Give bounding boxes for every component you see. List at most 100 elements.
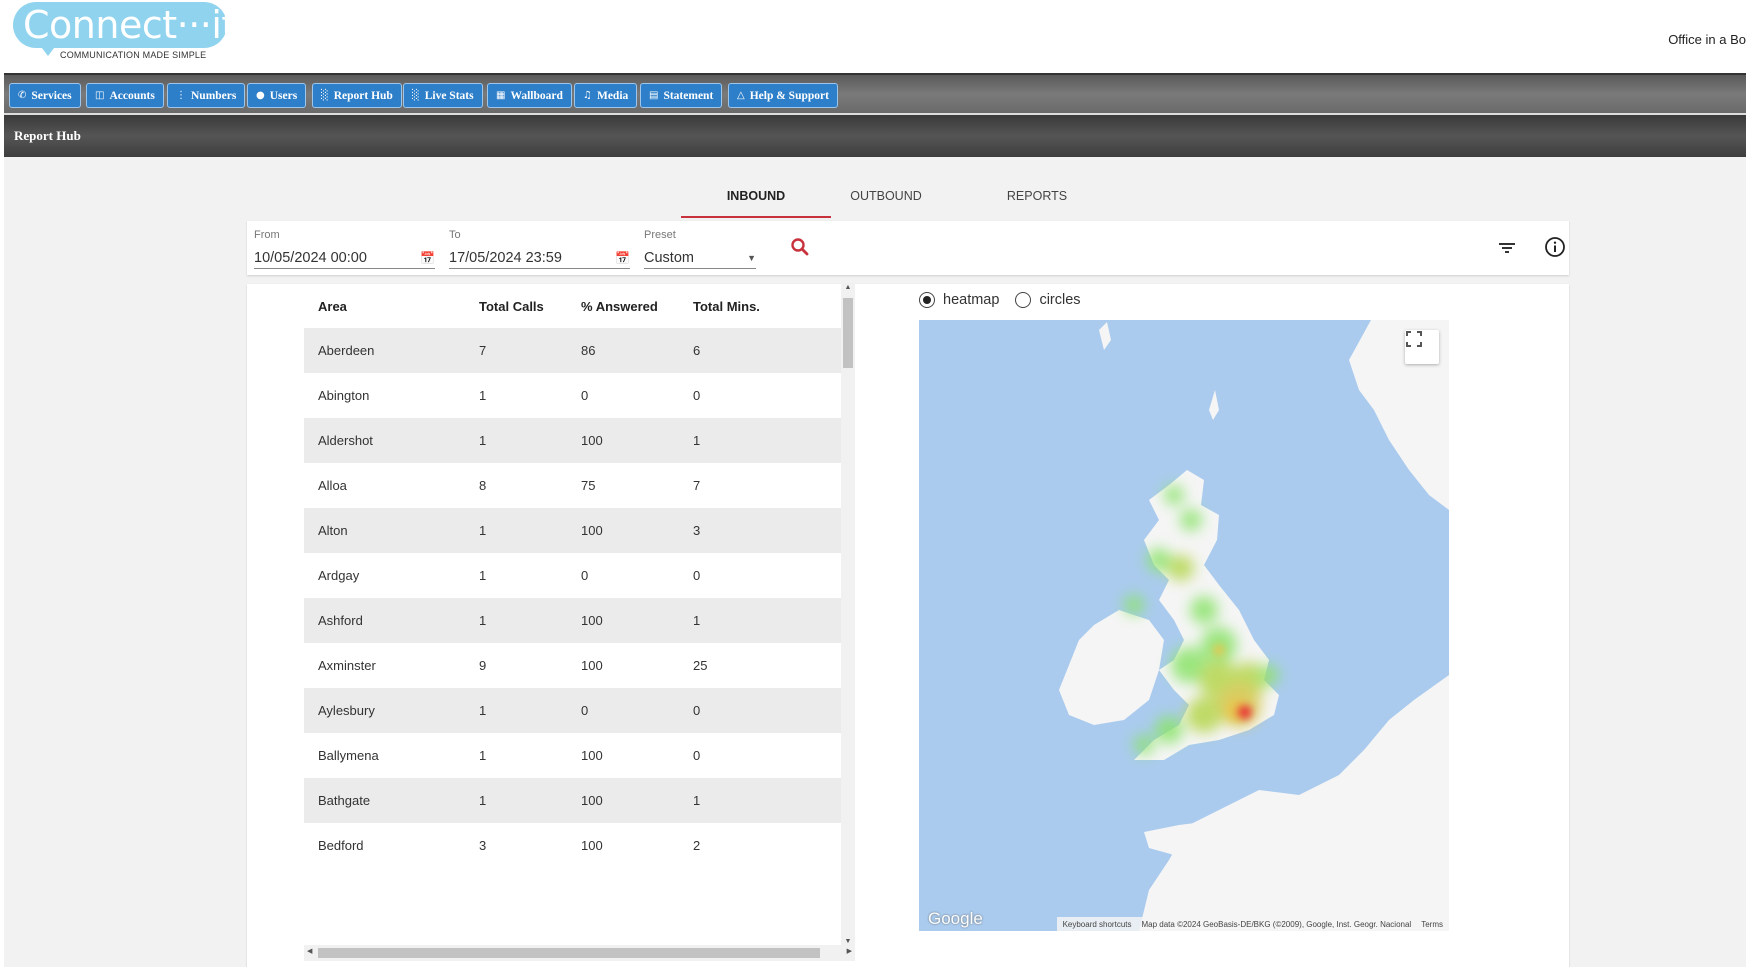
- column-header-percent-answered[interactable]: % Answered: [581, 299, 658, 314]
- nav-services-button[interactable]: ✆ Services: [9, 83, 81, 108]
- filter-bar: From 10/05/2024 00:00 📅 To 17/05/2024 23…: [247, 221, 1569, 275]
- table-row[interactable]: Ardgay 1 0 0: [304, 553, 841, 598]
- table-row[interactable]: Ballymena 1 100 0: [304, 733, 841, 778]
- preset-select[interactable]: Custom ▼: [644, 247, 756, 269]
- tab-inbound[interactable]: INBOUND: [681, 182, 831, 218]
- cell-total-mins: 25: [693, 658, 708, 673]
- scrollbar-thumb[interactable]: [843, 298, 853, 368]
- nav-wallboard-button[interactable]: ▦ Wallboard: [487, 83, 572, 108]
- cell-percent-answered: 75: [581, 478, 596, 493]
- cell-total-calls: 8: [479, 478, 487, 493]
- filter-icon[interactable]: [1497, 238, 1517, 258]
- cell-total-mins: 1: [693, 613, 701, 628]
- cell-percent-answered: 100: [581, 433, 603, 448]
- nav-help-support-button[interactable]: △ Help & Support: [728, 83, 838, 108]
- scrollbar-thumb[interactable]: [318, 948, 820, 958]
- table-horizontal-scrollbar[interactable]: ◀ ▶: [304, 945, 855, 961]
- tab-outbound[interactable]: OUTBOUND: [836, 182, 936, 218]
- heatmap-map[interactable]: Google Keyboard shortcuts Map data ©2024…: [919, 320, 1449, 931]
- connect-it-logo[interactable]: Connect···it COMMUNICATION MADE SIMPLE: [13, 2, 236, 64]
- cell-percent-answered: 0: [581, 703, 589, 718]
- calendar-icon[interactable]: 📅: [420, 251, 435, 265]
- table-row[interactable]: Aylesbury 1 0 0: [304, 688, 841, 733]
- cell-area: Bedford: [318, 838, 364, 853]
- cell-total-calls: 1: [479, 568, 487, 583]
- cell-percent-answered: 100: [581, 748, 603, 763]
- circles-radio[interactable]: [1015, 292, 1032, 308]
- area-table: Area Total Calls % Answered Total Mins. …: [304, 284, 841, 945]
- nav-label: Live Stats: [424, 89, 474, 102]
- cell-percent-answered: 100: [581, 838, 603, 853]
- bar-chart-icon: ░: [412, 90, 420, 101]
- cell-total-mins: 1: [693, 793, 701, 808]
- cell-total-calls: 1: [479, 748, 487, 763]
- table-row[interactable]: Bathgate 1 100 1: [304, 778, 841, 823]
- main-nav: ✆ Services ◫ Accounts ⋮ Numbers ● Users …: [4, 73, 1746, 115]
- cell-area: Aberdeen: [318, 343, 375, 358]
- scroll-down-arrow-icon[interactable]: ▼: [841, 938, 855, 945]
- map-data-credit: Map data ©2024 GeoBasis-DE/BKG (©2009), …: [1141, 919, 1412, 929]
- keypad-icon: ⋮: [176, 90, 186, 101]
- statement-icon: ▤: [649, 90, 659, 101]
- to-date-value: 17/05/2024 23:59: [449, 249, 562, 266]
- cell-percent-answered: 100: [581, 793, 603, 808]
- heatmap-radio-label[interactable]: heatmap: [943, 292, 999, 308]
- cell-area: Aylesbury: [318, 703, 375, 718]
- cell-total-calls: 1: [479, 613, 487, 628]
- nav-media-button[interactable]: ♫ Media: [574, 83, 638, 108]
- circles-radio-label[interactable]: circles: [1039, 292, 1080, 308]
- nav-label: Statement: [663, 89, 714, 102]
- table-row[interactable]: Ashford 1 100 1: [304, 598, 841, 643]
- cell-total-calls: 1: [479, 433, 487, 448]
- scroll-left-arrow-icon[interactable]: ◀: [307, 947, 312, 955]
- preset-value: Custom: [644, 249, 694, 266]
- warning-icon: △: [737, 90, 745, 101]
- google-logo[interactable]: Google: [928, 909, 983, 929]
- table-row[interactable]: Alloa 8 75 7: [304, 463, 841, 508]
- keyboard-shortcuts-link[interactable]: Keyboard shortcuts: [1063, 920, 1132, 929]
- nav-users-button[interactable]: ● Users: [247, 83, 307, 108]
- cell-total-calls: 9: [479, 658, 487, 673]
- table-row[interactable]: Abington 1 0 0: [304, 373, 841, 418]
- nav-numbers-button[interactable]: ⋮ Numbers: [167, 83, 246, 108]
- table-row[interactable]: Bedford 3 100 2: [304, 823, 841, 868]
- calendar-icon[interactable]: 📅: [615, 251, 630, 265]
- table-row[interactable]: Axminster 9 100 25: [304, 643, 841, 688]
- nav-statement-button[interactable]: ▤ Statement: [640, 83, 723, 108]
- info-icon[interactable]: [1544, 236, 1566, 258]
- cell-percent-answered: 100: [581, 658, 603, 673]
- terms-link[interactable]: Terms: [1421, 920, 1443, 929]
- office-in-a-box-link[interactable]: Office in a Bo: [1668, 32, 1746, 47]
- cell-total-calls: 1: [479, 703, 487, 718]
- faroe-islands: [1099, 322, 1111, 350]
- tab-reports[interactable]: REPORTS: [987, 182, 1087, 218]
- from-label: From: [254, 229, 280, 241]
- cell-total-calls: 3: [479, 838, 487, 853]
- column-header-total-calls[interactable]: Total Calls: [479, 299, 544, 314]
- nav-live-stats-button[interactable]: ░ Live Stats: [403, 83, 483, 108]
- cell-total-calls: 1: [479, 388, 487, 403]
- table-row[interactable]: Alton 1 100 3: [304, 508, 841, 553]
- scroll-up-arrow-icon[interactable]: ▲: [841, 284, 855, 291]
- heatmap-radio[interactable]: [919, 292, 935, 308]
- from-date-field[interactable]: 10/05/2024 00:00 📅: [254, 247, 435, 269]
- fullscreen-icon: [1406, 331, 1422, 347]
- table-vertical-scrollbar[interactable]: ▲ ▼: [841, 284, 855, 945]
- document-icon: ◫: [95, 90, 105, 101]
- nav-report-hub-button[interactable]: ░ Report Hub: [312, 83, 402, 108]
- cell-area: Ballymena: [318, 748, 379, 763]
- fullscreen-button[interactable]: [1405, 330, 1439, 364]
- grid-icon: ▦: [496, 90, 506, 101]
- column-header-total-mins[interactable]: Total Mins.: [693, 299, 760, 314]
- scroll-right-arrow-icon[interactable]: ▶: [847, 947, 852, 955]
- column-header-area[interactable]: Area: [318, 299, 347, 314]
- cell-area: Axminster: [318, 658, 376, 673]
- nav-label: Numbers: [191, 89, 237, 102]
- app-header: Connect···it COMMUNICATION MADE SIMPLE O…: [0, 0, 1746, 73]
- cell-percent-answered: 100: [581, 613, 603, 628]
- table-row[interactable]: Aldershot 1 100 1: [304, 418, 841, 463]
- nav-accounts-button[interactable]: ◫ Accounts: [86, 83, 164, 108]
- to-date-field[interactable]: 17/05/2024 23:59 📅: [449, 247, 630, 269]
- table-row[interactable]: Aberdeen 7 86 6: [304, 328, 841, 373]
- search-icon[interactable]: [788, 235, 812, 259]
